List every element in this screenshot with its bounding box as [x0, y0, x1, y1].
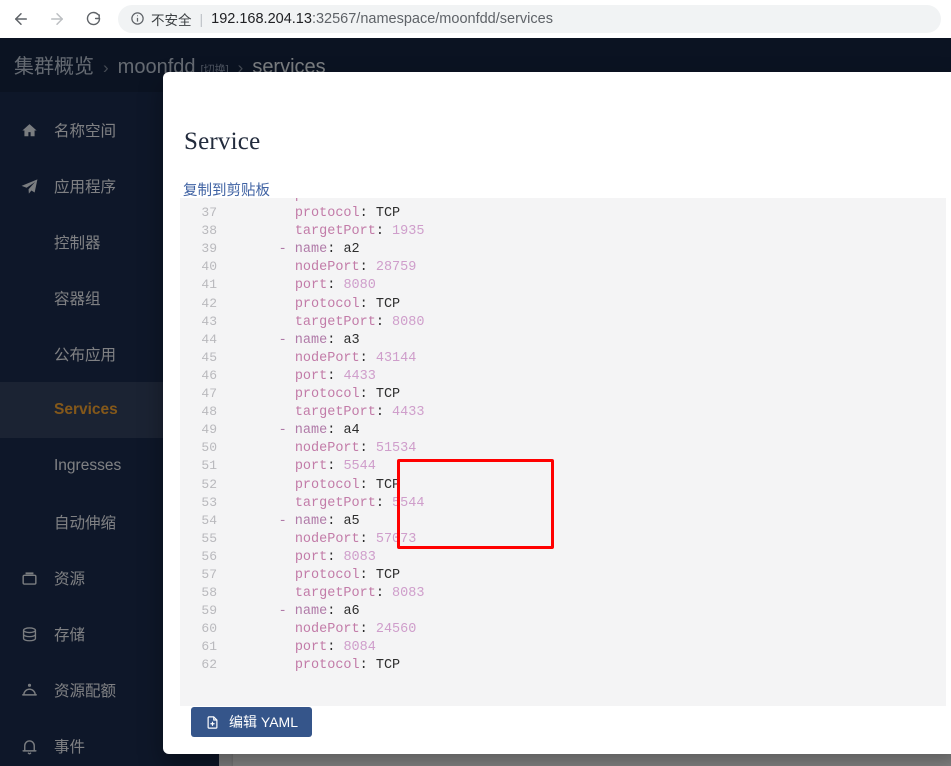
line-number: 40	[201, 259, 217, 275]
code-text: - name: a3	[278, 332, 360, 348]
code-text: nodePort: 43144	[294, 350, 417, 366]
code-line: 38 targetPort: 1935	[180, 222, 946, 240]
forward-icon[interactable]	[42, 4, 72, 34]
line-number: 50	[201, 440, 217, 456]
line-number: 42	[201, 295, 217, 311]
code-line: 60 nodePort: 24560	[180, 620, 946, 638]
code-text: targetPort: 8080	[294, 314, 425, 330]
line-number: 39	[201, 241, 217, 257]
address-bar[interactable]: 不安全 | 192.168.204.13:32567/namespace/moo…	[118, 4, 941, 33]
line-number: 49	[201, 422, 217, 438]
line-number: 55	[201, 530, 217, 546]
edit-yaml-button[interactable]: 编辑 YAML	[191, 707, 312, 737]
code-text: - name: a4	[278, 423, 360, 439]
copy-to-clipboard-link[interactable]: 复制到剪贴板	[183, 179, 270, 200]
code-line: 49 - name: a4	[180, 421, 946, 439]
code-line: 56 port: 8083	[180, 548, 946, 566]
app-shell: 集群概览 › moonfdd [切换] › services 名称空间 应用程序…	[0, 38, 951, 766]
file-edit-icon	[205, 715, 220, 730]
line-number: 38	[201, 223, 217, 239]
code-text: nodePort: 51534	[294, 441, 417, 457]
code-line: 51 port: 5544	[180, 457, 946, 475]
code-text: targetPort: 1935	[294, 224, 425, 240]
edit-yaml-label: 编辑 YAML	[229, 714, 298, 730]
code-line: 40 nodePort: 28759	[180, 258, 946, 276]
code-text: protocol: TCP	[294, 387, 401, 403]
line-number: 46	[201, 367, 217, 383]
line-number: 43	[201, 313, 217, 329]
code-text: nodePort: 24560	[294, 622, 417, 638]
code-text: targetPort: 8083	[294, 586, 425, 602]
back-icon[interactable]	[6, 4, 36, 34]
line-number: 59	[201, 603, 217, 619]
code-text: protocol: TCP	[294, 477, 401, 493]
url-path: :32567/namespace/moonfdd/services	[311, 10, 553, 27]
code-text: protocol: TCP	[294, 567, 401, 583]
line-number: 60	[201, 621, 217, 637]
code-text: - name: a2	[278, 242, 360, 258]
line-number: 47	[201, 386, 217, 402]
line-number: 52	[201, 476, 217, 492]
code-text: port: 8084	[294, 640, 376, 656]
code-text: - name: a6	[278, 604, 360, 620]
screen: 不安全 | 192.168.204.13:32567/namespace/moo…	[0, 0, 951, 766]
code-text: - name: a5	[278, 513, 360, 529]
code-line: 62 protocol: TCP	[180, 656, 946, 674]
code-line: 52 protocol: TCP	[180, 476, 946, 494]
code-text: port: 4433	[294, 368, 376, 384]
line-number: 61	[201, 639, 217, 655]
code-line: 41 port: 8080	[180, 276, 946, 294]
code-line: 54 - name: a5	[180, 512, 946, 530]
line-number: 48	[201, 404, 217, 420]
line-number: 62	[201, 657, 217, 673]
line-number: 44	[201, 331, 217, 347]
page-title: Service	[184, 128, 261, 155]
code-line: 37 protocol: TCP	[180, 204, 946, 222]
code-line: 57 protocol: TCP	[180, 566, 946, 584]
code-text: protocol: TCP	[294, 206, 401, 222]
code-line: 48 targetPort: 4433	[180, 403, 946, 421]
code-text: nodePort: 28759	[294, 260, 417, 276]
line-number: 54	[201, 512, 217, 528]
code-line: 39 - name: a2	[180, 240, 946, 258]
info-circle-icon[interactable]	[130, 11, 145, 26]
code-line: 47 protocol: TCP	[180, 385, 946, 403]
yaml-lines: 36 port: 193537 protocol: TCP38 targetPo…	[180, 198, 946, 675]
code-text: protocol: TCP	[294, 658, 401, 674]
code-text: port: 8083	[294, 549, 376, 565]
code-text: port: 8080	[294, 278, 376, 294]
code-line: 46 port: 4433	[180, 367, 946, 385]
security-status: 不安全	[151, 12, 192, 28]
code-line: 44 - name: a3	[180, 331, 946, 349]
line-number: 45	[201, 349, 217, 365]
reload-icon[interactable]	[78, 4, 108, 34]
line-number: 53	[201, 494, 217, 510]
code-line: 43 targetPort: 8080	[180, 313, 946, 331]
yaml-code-block[interactable]: 36 port: 193537 protocol: TCP38 targetPo…	[180, 198, 946, 706]
code-line: 58 targetPort: 8083	[180, 584, 946, 602]
code-line: 55 nodePort: 57073	[180, 530, 946, 548]
code-text: port: 5544	[294, 459, 376, 475]
omnibox-separator: |	[199, 10, 204, 27]
code-line: 61 port: 8084	[180, 638, 946, 656]
code-text: nodePort: 57073	[294, 531, 417, 547]
line-number: 37	[201, 205, 217, 221]
browser-toolbar: 不安全 | 192.168.204.13:32567/namespace/moo…	[0, 0, 951, 38]
line-number: 41	[201, 277, 217, 293]
code-text: protocol: TCP	[294, 296, 401, 312]
line-number: 51	[201, 458, 217, 474]
line-number: 57	[201, 566, 217, 582]
code-line: 50 nodePort: 51534	[180, 439, 946, 457]
code-line: 45 nodePort: 43144	[180, 349, 946, 367]
code-line: 42 protocol: TCP	[180, 295, 946, 313]
service-detail-modal: Service 复制到剪贴板 36 port: 193537 protocol:…	[163, 72, 951, 754]
code-text: targetPort: 4433	[294, 405, 425, 421]
code-text: port: 1935	[230, 198, 376, 205]
code-text: targetPort: 5544	[294, 495, 425, 511]
line-number: 58	[201, 585, 217, 601]
line-number: 56	[201, 548, 217, 564]
code-line: 59 - name: a6	[180, 602, 946, 620]
code-line: 53 targetPort: 5544	[180, 494, 946, 512]
url-host: 192.168.204.13	[211, 10, 312, 27]
